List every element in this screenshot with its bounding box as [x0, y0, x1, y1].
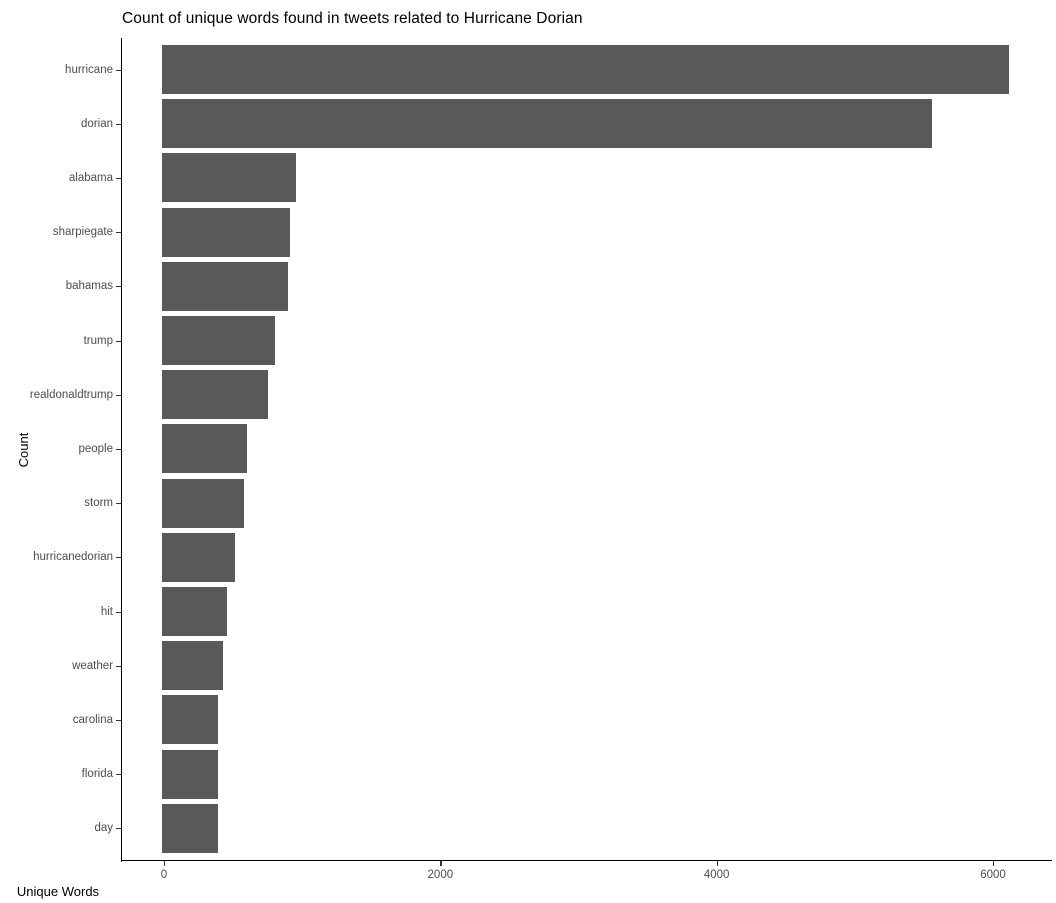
x-axis-tick [164, 861, 166, 866]
bar-people[interactable] [162, 424, 247, 474]
y-axis-tick [116, 394, 121, 396]
y-axis-tick [116, 177, 121, 180]
y-axis-tick [116, 557, 121, 559]
bar-row [122, 424, 1052, 474]
bar-bahamas[interactable] [162, 261, 288, 311]
y-axis-tick [116, 232, 121, 234]
bar-realdonaldtrump[interactable] [162, 370, 269, 420]
y-axis-tick-label: trump [83, 334, 113, 347]
bar-florida[interactable] [162, 749, 219, 799]
bar-row [122, 532, 1052, 582]
y-axis-tick-label: realdonaldtrump [29, 388, 113, 401]
bar-row [122, 641, 1052, 691]
bar-chart-figure: Count of unique words found in tweets re… [0, 0, 1056, 903]
bar-hurricane[interactable] [162, 45, 1009, 94]
bar-row [122, 153, 1052, 203]
y-axis-tick [116, 69, 121, 71]
y-axis-tick-label: hurricane [65, 63, 113, 76]
bar-row [122, 261, 1052, 311]
y-axis-tick [116, 828, 121, 830]
x-axis-tick-label: 6000 [980, 869, 1006, 881]
plot-panel [122, 38, 1052, 861]
y-axis-tick-label: bahamas [65, 280, 113, 293]
y-axis-tick-label: weather [72, 659, 113, 672]
y-axis-tick-label: hit [100, 605, 113, 618]
y-axis-tick-label: alabama [68, 171, 113, 184]
y-axis-title: Count [15, 432, 31, 468]
y-axis-tick-label: carolina [72, 713, 113, 726]
bar-row [122, 478, 1052, 528]
x-axis-tick [993, 861, 995, 866]
bar-row [122, 587, 1052, 636]
y-axis-tick [116, 123, 121, 125]
x-axis-tick-label: 0 [160, 869, 168, 881]
bar-carolina[interactable] [162, 695, 219, 745]
y-axis-tick [116, 340, 121, 342]
x-axis-line [121, 860, 1052, 862]
y-axis-tick-label: florida [81, 768, 113, 781]
bar-row [122, 695, 1052, 745]
y-axis-tick [116, 611, 121, 613]
y-axis-tick-label: hurricanedorian [33, 551, 113, 564]
bar-row [122, 803, 1052, 853]
x-axis-title-text: Unique Words [16, 884, 100, 899]
y-axis-tick-label: day [94, 822, 113, 835]
bar-row [122, 370, 1052, 420]
bar-alabama[interactable] [162, 153, 296, 203]
bar-hit[interactable] [162, 587, 227, 636]
y-axis-tick [116, 503, 121, 505]
y-axis-tick-label: dorian [81, 117, 113, 130]
bar-day[interactable] [162, 803, 219, 853]
x-axis-title: Unique Words [0, 884, 1056, 899]
y-axis-tick [116, 448, 121, 451]
bar-row [122, 749, 1052, 799]
y-axis-tick-label: sharpiegate [52, 226, 113, 239]
bar-dorian[interactable] [162, 99, 932, 149]
x-axis-tick [440, 861, 442, 866]
bar-row [122, 316, 1052, 365]
x-axis-tick-label: 2000 [427, 869, 454, 881]
bar-row [122, 99, 1052, 149]
chart-title: Count of unique words found in tweets re… [122, 10, 583, 27]
x-axis-tick-label: 4000 [703, 869, 730, 881]
y-axis-tick [116, 774, 121, 776]
bar-hurricanedorian[interactable] [162, 532, 236, 582]
y-axis-tick-label: storm [84, 497, 113, 510]
bar-storm[interactable] [162, 478, 244, 528]
y-axis-tick [116, 286, 121, 288]
x-axis-tick [716, 861, 718, 866]
y-axis-tick [116, 719, 121, 722]
bar-trump[interactable] [162, 316, 275, 365]
bar-weather[interactable] [162, 641, 223, 691]
y-axis-tick [116, 665, 121, 667]
bar-sharpiegate[interactable] [162, 207, 290, 257]
y-axis-line [121, 38, 123, 862]
bar-row [122, 45, 1052, 94]
bar-row [122, 207, 1052, 257]
